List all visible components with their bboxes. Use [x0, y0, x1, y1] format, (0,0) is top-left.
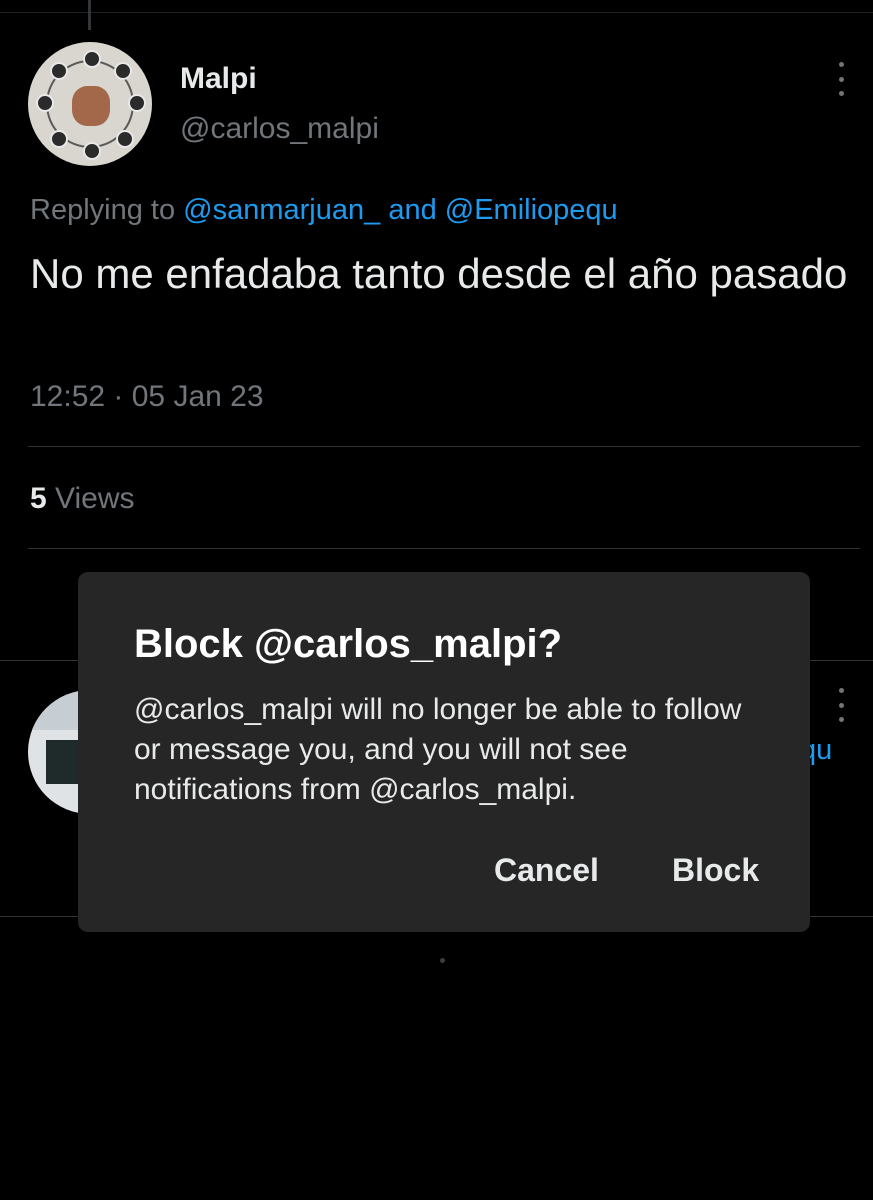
avatar-decoration-dot [83, 142, 101, 160]
author-handle[interactable]: @carlos_malpi [180, 112, 379, 146]
mention-link-2[interactable]: @Emiliopequ [445, 194, 618, 226]
dialog-body: @carlos_malpi will no longer be able to … [134, 693, 742, 806]
more-dot [838, 688, 844, 693]
loading-dot [440, 958, 445, 963]
replying-prefix: Replying to [30, 194, 184, 226]
cancel-button[interactable]: Cancel [494, 852, 599, 889]
avatar-center-figure [72, 86, 110, 126]
views-count[interactable]: 5 Views [30, 482, 135, 516]
avatar-decoration-dot [116, 130, 134, 148]
tweet-timestamp[interactable]: 12:52 · 05 Jan 23 [30, 380, 264, 414]
more-dot [838, 76, 844, 82]
dialog-title: Block @carlos_malpi? [134, 622, 563, 666]
avatar-decoration-dot [128, 94, 146, 112]
avatar-decoration-dot [50, 62, 68, 80]
more-dot [838, 91, 844, 96]
more-vertical-icon[interactable] [830, 688, 852, 722]
avatar-decoration-dot [36, 94, 54, 112]
divider [28, 548, 860, 549]
views-label: Views [46, 482, 135, 515]
author-avatar[interactable] [28, 42, 152, 166]
views-number: 5 [30, 482, 47, 515]
mention-link-1[interactable]: @sanmarjuan_ [183, 194, 380, 226]
replying-to-line: Replying to @sanmarjuan_ and @Emiliopequ [30, 194, 618, 227]
more-dot [838, 62, 844, 67]
avatar-decoration-dot [114, 62, 132, 80]
tweet-text: No me enfadaba tanto desde el año pasado [30, 250, 848, 297]
more-dot [838, 702, 844, 708]
top-divider [0, 12, 873, 13]
more-dot [838, 717, 844, 722]
avatar-decoration-dot [83, 50, 101, 68]
replying-and: and [380, 194, 445, 226]
block-confirm-dialog: Block @carlos_malpi? @carlos_malpi will … [78, 572, 810, 932]
block-button[interactable]: Block [672, 852, 759, 889]
author-name[interactable]: Malpi [180, 62, 257, 96]
avatar-decoration-dot [50, 130, 68, 148]
more-vertical-icon[interactable] [830, 62, 852, 96]
thread-connector-line [88, 0, 91, 30]
divider [28, 446, 860, 447]
